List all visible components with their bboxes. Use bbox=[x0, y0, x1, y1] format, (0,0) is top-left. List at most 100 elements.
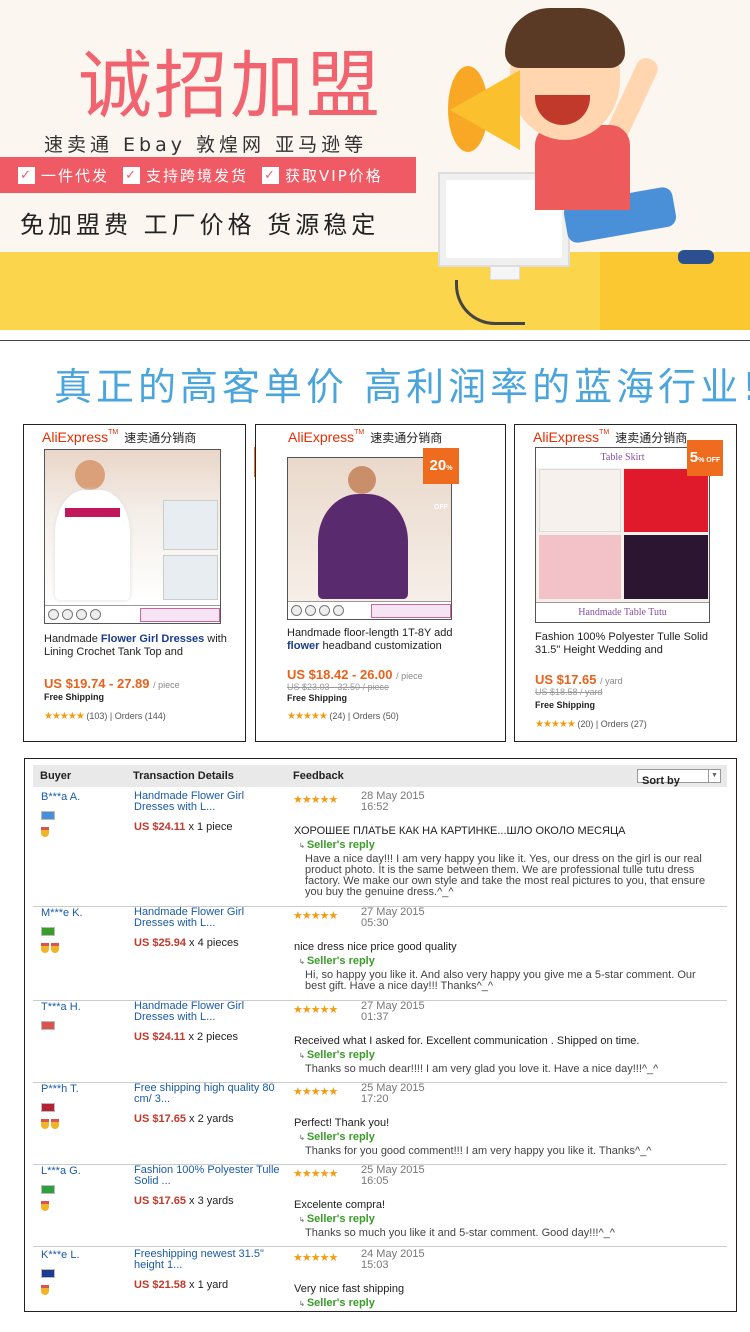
feedback-date: 25 May 2015 16:05 bbox=[361, 1164, 425, 1187]
product-image[interactable] bbox=[44, 449, 221, 624]
medal-icon bbox=[41, 1285, 49, 1295]
star-rating-icon: ★★★★★ bbox=[44, 711, 85, 722]
item-link[interactable]: Handmade Flower Girl Dresses with L... bbox=[134, 1001, 284, 1023]
seller-reply-text: Have a nice day!!! I am very happy you l… bbox=[305, 853, 706, 898]
shipping-label: Free Shipping bbox=[535, 700, 596, 710]
item-link[interactable]: Handmade Flower Girl Dresses with L... bbox=[134, 907, 284, 929]
buyer-name[interactable]: P***h T. bbox=[41, 1083, 79, 1095]
feedback-comment: Received what I asked for. Excellent com… bbox=[294, 1035, 640, 1047]
cert-icon bbox=[62, 609, 73, 620]
feature-label: 获取VIP价格 bbox=[285, 166, 383, 185]
feedback-comment: Perfect! Thank you! bbox=[294, 1117, 390, 1129]
star-rating-icon: ★★★★★ bbox=[293, 794, 338, 806]
card-header: AliExpressTM 速卖通分销商 bbox=[533, 429, 688, 445]
feedback-comment: nice dress nice price good quality bbox=[294, 941, 457, 953]
lining-detail bbox=[163, 500, 218, 550]
feature-item: ✓ 获取VIP价格 bbox=[262, 165, 383, 186]
item-link[interactable]: Free shipping high quality 80 cm/ 3... bbox=[134, 1083, 284, 1105]
item-link[interactable]: Handmade Flower Girl Dresses with L... bbox=[134, 791, 284, 813]
feedback-comment: Excelente compra! bbox=[294, 1199, 386, 1211]
tagline: 真正的高客单价 高利润率的蓝海行业! bbox=[54, 365, 750, 409]
feedback-row: P***h T. Free shipping high quality 80 cm… bbox=[33, 1083, 727, 1165]
hero-title: 诚招加盟 bbox=[78, 43, 382, 129]
aliexpress-logo: AliExpress bbox=[42, 429, 109, 445]
header-transaction: Transaction Details bbox=[133, 770, 234, 782]
feedback-row: T***a H. Handmade Flower Girl Dresses wit… bbox=[33, 1001, 727, 1083]
item-link[interactable]: Freeshipping newest 31.5" height 1... bbox=[134, 1249, 284, 1271]
sort-by-select[interactable]: Sort by ▼ bbox=[637, 769, 721, 787]
item-price: US $24.11 x 1 piece bbox=[134, 821, 233, 833]
star-rating-icon: ★★★★★ bbox=[293, 910, 338, 922]
country-flag-icon bbox=[41, 927, 55, 936]
feedback-row: B***a A. Handmade Flower Girl Dresses wit… bbox=[33, 791, 727, 907]
brand-logo-icon bbox=[140, 607, 220, 622]
item-price: US $25.94 x 4 pieces bbox=[134, 937, 239, 949]
feedback-date: 24 May 2015 15:03 bbox=[361, 1248, 425, 1271]
star-rating-icon: ★★★★★ bbox=[287, 711, 328, 722]
medal-icon bbox=[51, 1119, 59, 1129]
feature-bar: ✓ 一件代发 ✓ 支持跨境发货 ✓ 获取VIP价格 bbox=[0, 157, 416, 193]
black-table-skirt bbox=[624, 535, 708, 599]
country-flag-icon bbox=[41, 1021, 55, 1030]
seller-reply-label: ↳ Seller's reply bbox=[299, 839, 375, 851]
ce-cert-icon bbox=[48, 609, 59, 620]
chevron-down-icon: ▼ bbox=[708, 770, 720, 782]
buyer-name[interactable]: K***e L. bbox=[41, 1249, 80, 1261]
country-flag-icon bbox=[41, 1269, 55, 1278]
product-card[interactable]: AliExpressTM 速卖通分销商 Handmade Flower Girl … bbox=[23, 424, 246, 742]
product-title[interactable]: Fashion 100% Polyester Tulle Solid 31.5"… bbox=[535, 631, 725, 657]
product-image[interactable]: Table Skirt Handmade Table Tutu bbox=[535, 447, 710, 623]
seller-reply-text: Hi, so happy you like it. And also very … bbox=[305, 969, 696, 992]
cert-icon bbox=[305, 605, 316, 616]
star-rating-icon: ★★★★★ bbox=[293, 1168, 338, 1180]
original-price: US $18.58 / yard bbox=[535, 687, 603, 697]
product-price: US $19.74 - 27.89 / piece bbox=[44, 676, 180, 691]
check-icon: ✓ bbox=[18, 166, 35, 184]
product-card[interactable]: AliExpressTM 速卖通分销商 Table Skirt Handmade … bbox=[514, 424, 737, 742]
item-price: US $17.65 x 2 yards bbox=[134, 1113, 234, 1125]
buyer-name[interactable]: T***a H. bbox=[41, 1001, 81, 1013]
cert-icon bbox=[319, 605, 330, 616]
buyer-medals bbox=[41, 1285, 49, 1295]
feedback-row: M***e K. Handmade Flower Girl Dresses wit… bbox=[33, 907, 727, 1001]
feature-item: ✓ 支持跨境发货 bbox=[123, 165, 248, 186]
feature-label: 一件代发 bbox=[41, 166, 110, 185]
item-price: US $21.58 x 1 yard bbox=[134, 1279, 229, 1291]
feedback-row: K***e L. Freeshipping newest 31.5" height… bbox=[33, 1248, 727, 1311]
item-link[interactable]: Fashion 100% Polyester Tulle Solid ... bbox=[134, 1165, 284, 1187]
rating-summary: ★★★★★ (20) | Orders (27) bbox=[535, 719, 647, 730]
distributor-label: 速卖通分销商 bbox=[370, 431, 443, 445]
feedback-date: 27 May 2015 01:37 bbox=[361, 1000, 425, 1023]
cert-icon bbox=[76, 609, 87, 620]
header-buyer: Buyer bbox=[40, 770, 72, 782]
section-divider bbox=[0, 340, 750, 341]
buyer-name[interactable]: M***e K. bbox=[41, 907, 83, 919]
buyer-medals bbox=[41, 1201, 49, 1211]
seller-reply-text: Thanks so much you like it and 5-star co… bbox=[305, 1227, 615, 1239]
feedback-date: 28 May 2015 16:52 bbox=[361, 790, 425, 813]
check-icon: ✓ bbox=[262, 166, 280, 184]
image-footer: Handmade Table Tutu bbox=[536, 602, 709, 622]
hero-slogan: 免加盟费 工厂价格 货源稳定 bbox=[20, 211, 380, 239]
shipping-label: Free Shipping bbox=[44, 692, 105, 702]
white-table-skirt bbox=[539, 469, 621, 532]
buyer-name[interactable]: L***a G. bbox=[41, 1165, 81, 1177]
card-header: AliExpressTM 速卖通分销商 bbox=[42, 429, 197, 445]
seller-reply-text: Thanks for you good comment!!! I am very… bbox=[305, 1145, 652, 1157]
feature-item: ✓ 一件代发 bbox=[18, 165, 109, 186]
skirt-detail bbox=[163, 555, 218, 600]
product-card[interactable]: AliExpressTM 速卖通分销商 20% OFF Handmade floo… bbox=[255, 424, 506, 742]
girl-head bbox=[348, 466, 376, 494]
hero-yellow-band-dark bbox=[600, 252, 750, 330]
rating-summary: ★★★★★ (103) | Orders (144) bbox=[44, 711, 166, 722]
girl-head bbox=[75, 460, 105, 490]
check-icon: ✓ bbox=[123, 166, 141, 184]
country-flag-icon bbox=[41, 1185, 55, 1194]
country-flag-icon bbox=[41, 1103, 55, 1112]
distributor-label: 速卖通分销商 bbox=[124, 431, 197, 445]
product-title[interactable]: Handmade floor-length 1T-8Y add flower h… bbox=[287, 627, 487, 653]
buyer-name[interactable]: B***a A. bbox=[41, 791, 80, 803]
aliexpress-logo: AliExpress bbox=[288, 429, 355, 445]
product-title[interactable]: Handmade Flower Girl Dresses with Lining… bbox=[44, 633, 234, 659]
medal-icon bbox=[41, 1119, 49, 1129]
